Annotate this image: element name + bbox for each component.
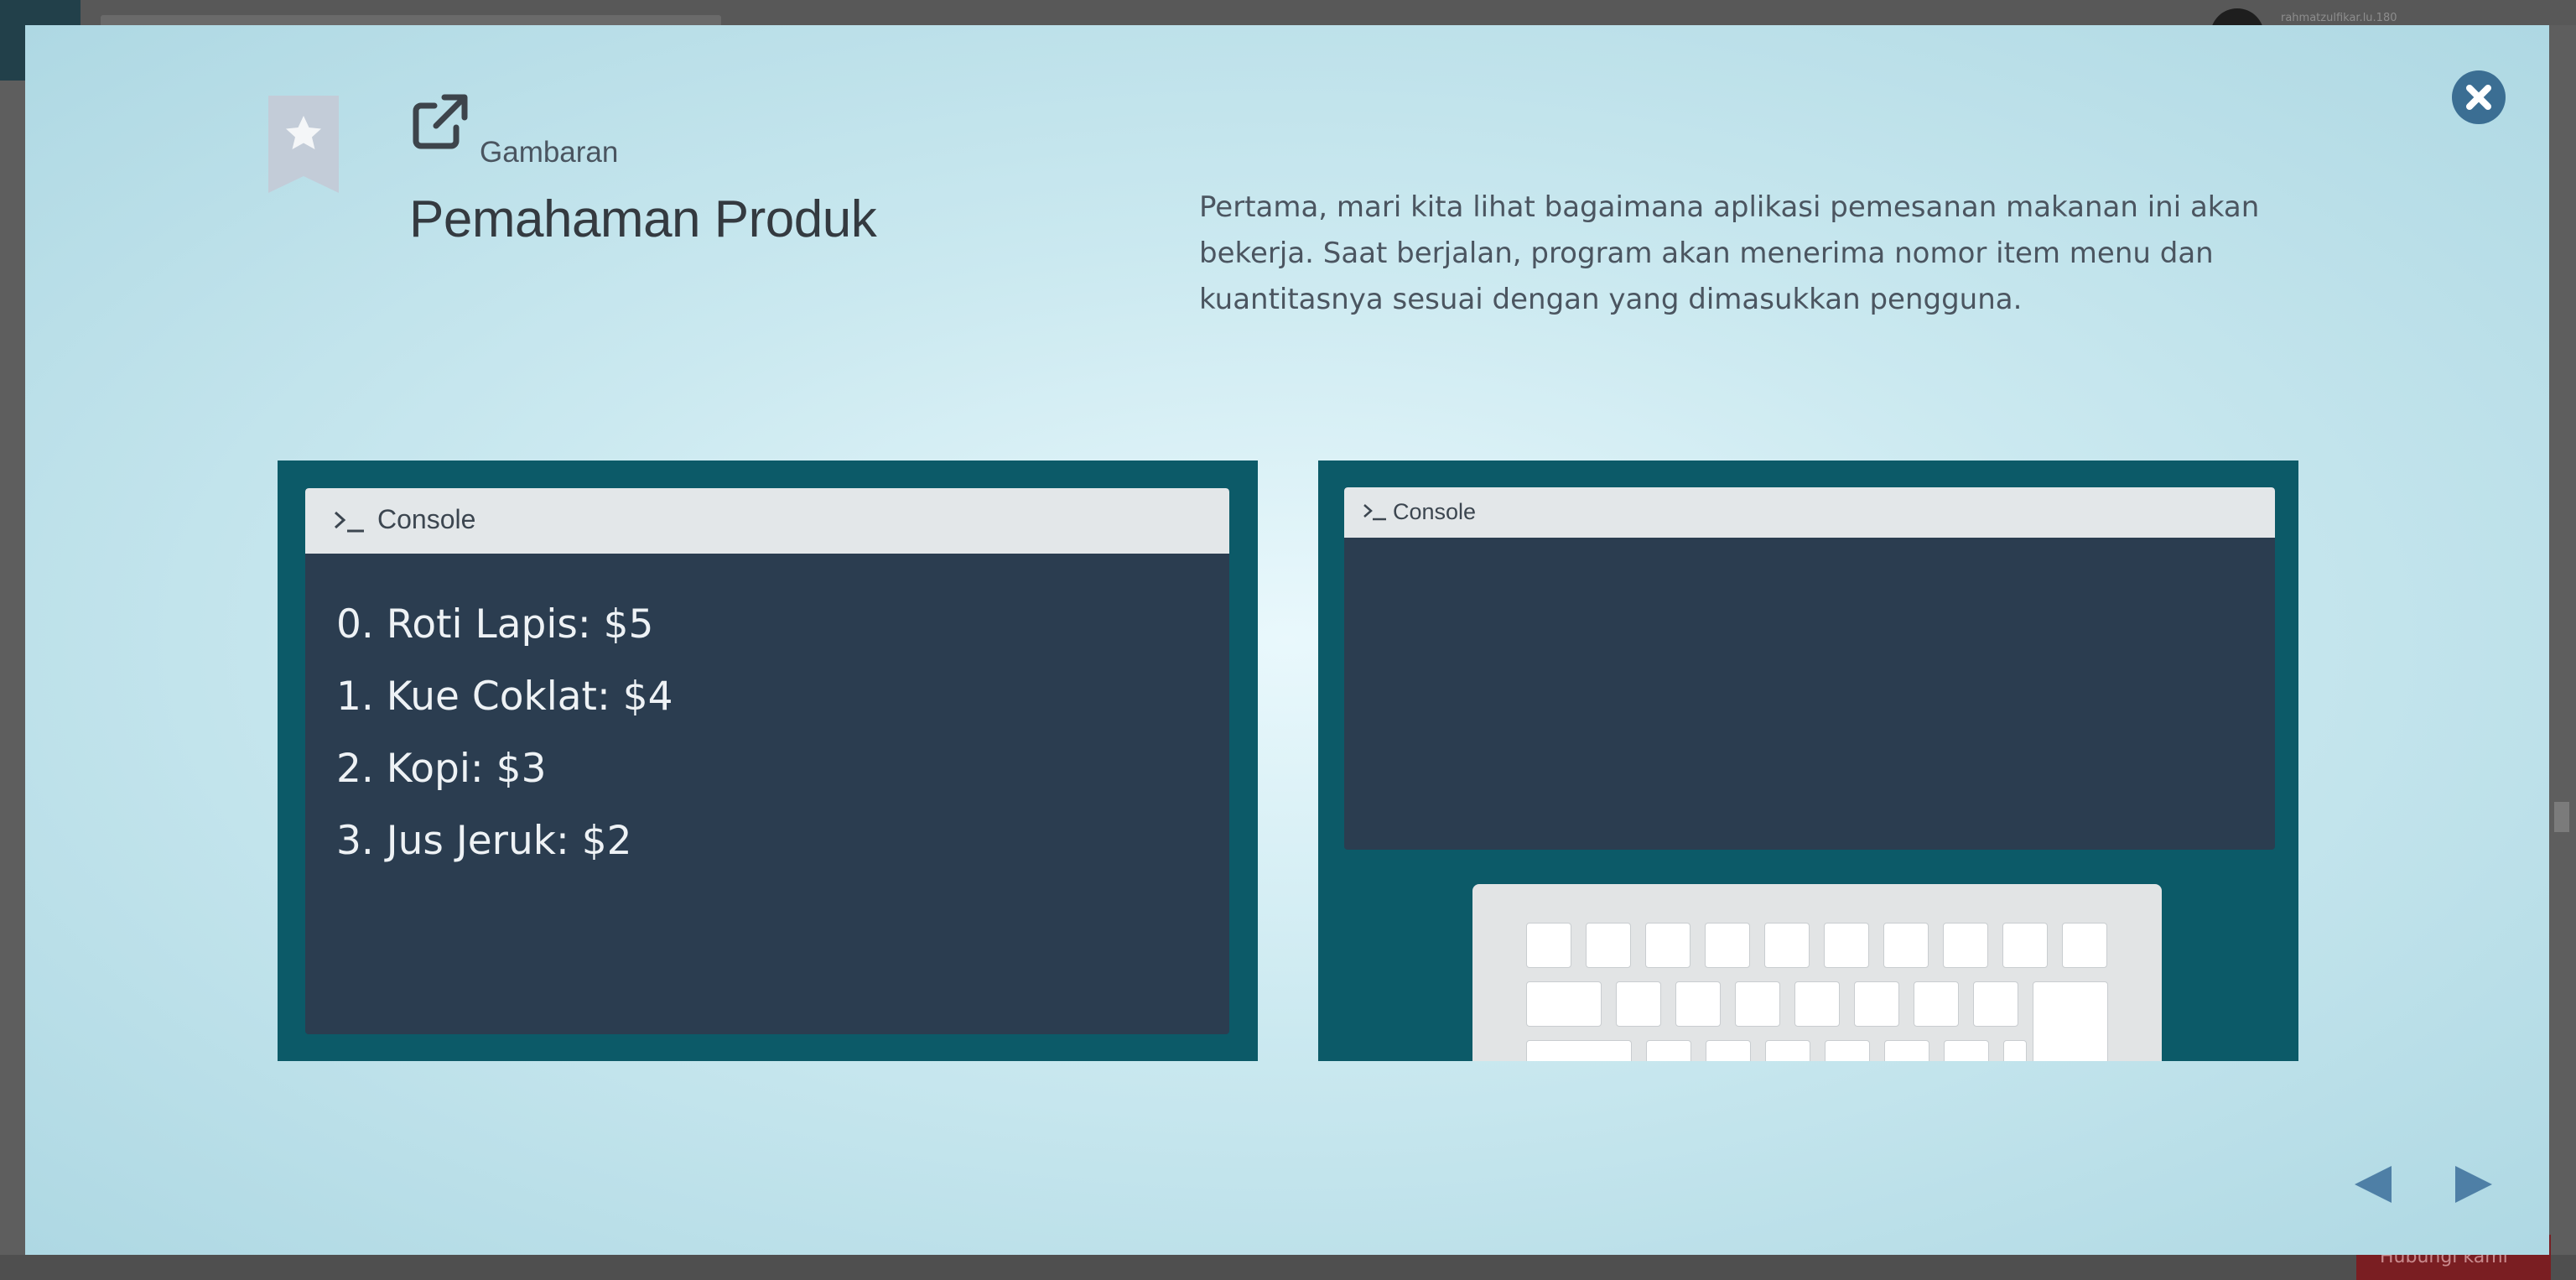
keyboard-key bbox=[1825, 1040, 1870, 1061]
keyboard-key bbox=[1526, 981, 1602, 1027]
section-eyebrow: Gambaran bbox=[480, 136, 619, 169]
keyboard-key bbox=[1794, 981, 1840, 1027]
console-title-bar: Console bbox=[1344, 487, 2275, 538]
keyboard-key bbox=[1645, 923, 1690, 968]
keyboard-key bbox=[1764, 923, 1810, 968]
keyboard-key bbox=[1973, 981, 2018, 1027]
keyboard-key bbox=[1883, 923, 1929, 968]
terminal-prompt-icon bbox=[334, 511, 364, 533]
backdrop-bottom-bar bbox=[0, 1255, 2576, 1280]
console-window: Console 0. Roti Lapis: $5 1. Kue Coklat:… bbox=[305, 488, 1229, 1034]
next-arrow-icon bbox=[2455, 1166, 2492, 1203]
console-input-panel: Console bbox=[1318, 460, 2298, 1061]
console-title-bar: Console bbox=[305, 488, 1229, 554]
close-icon bbox=[2466, 85, 2491, 110]
keyboard-key bbox=[1616, 981, 1661, 1027]
keyboard-key bbox=[1765, 1040, 1810, 1061]
lesson-modal: Gambaran Pemahaman Produk Pertama, mari … bbox=[25, 25, 2549, 1255]
keyboard-key bbox=[2003, 1040, 2027, 1061]
keyboard-key bbox=[1824, 923, 1869, 968]
keyboard-key bbox=[1675, 981, 1721, 1027]
intro-paragraph: Pertama, mari kita lihat bagaimana aplik… bbox=[1199, 190, 2260, 316]
keyboard-key bbox=[1735, 981, 1780, 1027]
bookmark-star-icon[interactable] bbox=[268, 96, 339, 193]
console-title: Console bbox=[1393, 499, 1477, 524]
keyboard-enter-key bbox=[2033, 981, 2108, 1061]
external-link-icon bbox=[409, 92, 470, 153]
console-menu-panel: Console 0. Roti Lapis: $5 1. Kue Coklat:… bbox=[278, 460, 1258, 1061]
keyboard-key bbox=[2062, 923, 2107, 968]
prev-button[interactable] bbox=[2351, 1163, 2395, 1206]
keyboard-key bbox=[1706, 1040, 1751, 1061]
keyboard-key bbox=[1854, 981, 1899, 1027]
keyboard-key bbox=[1586, 923, 1631, 968]
console-window-empty: Console bbox=[1344, 487, 2275, 850]
keyboard-key bbox=[2002, 923, 2048, 968]
menu-item: 1. Kue Coklat: $4 bbox=[336, 674, 673, 720]
keyboard-key bbox=[1944, 1040, 1989, 1061]
menu-item: 2. Kopi: $3 bbox=[336, 746, 547, 792]
menu-item: 0. Roti Lapis: $5 bbox=[336, 601, 654, 648]
keyboard-key bbox=[1526, 1040, 1632, 1061]
close-button[interactable] bbox=[2452, 70, 2506, 124]
keyboard-key bbox=[1705, 923, 1750, 968]
keyboard-key bbox=[1884, 1040, 1929, 1061]
backdrop-user-name: rahmatzulfikar.lu.180 bbox=[2281, 12, 2397, 24]
keyboard-key bbox=[1646, 1040, 1691, 1061]
page-title: Pemahaman Produk bbox=[409, 190, 877, 248]
prev-arrow-icon bbox=[2355, 1166, 2392, 1203]
keyboard-illustration bbox=[1472, 884, 2162, 1061]
keyboard-key bbox=[1526, 923, 1571, 968]
menu-list: 0. Roti Lapis: $5 1. Kue Coklat: $4 2. K… bbox=[336, 589, 673, 877]
keyboard-key bbox=[1943, 923, 1988, 968]
terminal-prompt-icon bbox=[1363, 504, 1386, 521]
menu-item: 3. Jus Jeruk: $2 bbox=[336, 818, 632, 864]
backdrop-scrollbar bbox=[2554, 802, 2569, 832]
console-title: Console bbox=[377, 504, 476, 534]
keyboard-key bbox=[1914, 981, 1959, 1027]
next-button[interactable] bbox=[2452, 1163, 2496, 1206]
